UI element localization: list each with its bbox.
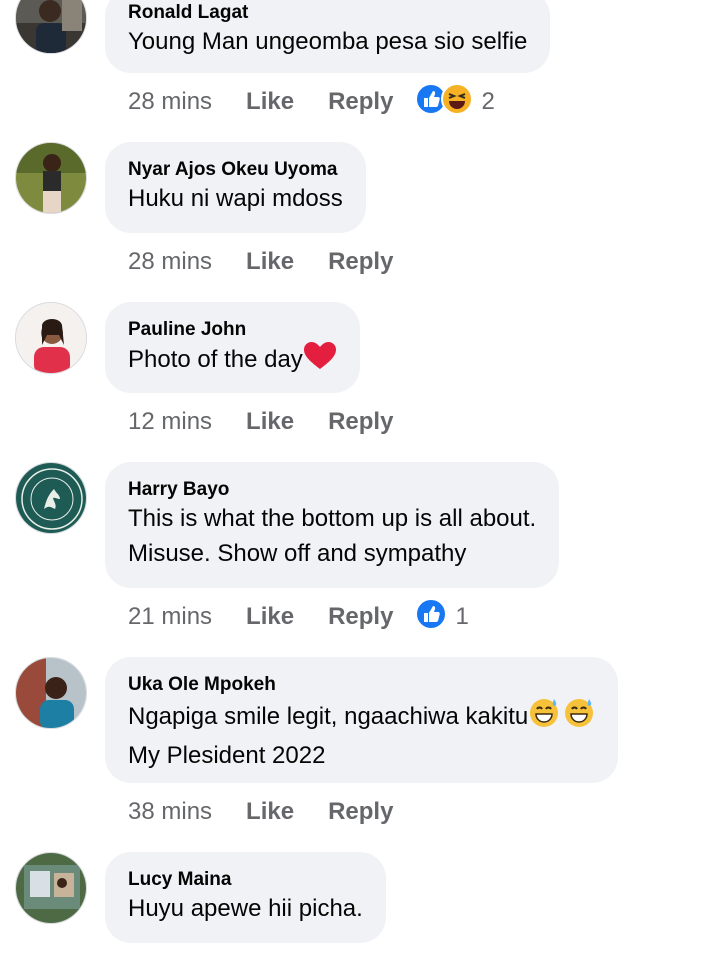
comment-text-line-1: Ngapiga smile legit, ngaachiwa kakitu	[128, 696, 595, 738]
like-button[interactable]: Like	[246, 603, 294, 631]
heart-emoji	[303, 341, 337, 381]
comment-meta: 38 mins Like Reply	[128, 796, 393, 828]
sweat-smile-emoji	[528, 696, 560, 738]
comment-bubble: Harry Bayo This is what the bottom up is…	[105, 462, 560, 588]
comment-text-line-1: This is what the bottom up is all about.	[128, 505, 537, 532]
commenter-name[interactable]: Lucy Maina	[128, 869, 363, 891]
commenter-name[interactable]: Nyar Ajos Okeu Uyoma	[128, 159, 343, 181]
avatar[interactable]	[15, 0, 87, 54]
comment-text: Young Man ungeomba pesa sio selfie	[128, 28, 528, 55]
like-icon	[415, 597, 448, 637]
avatar[interactable]	[15, 462, 87, 534]
comment-time[interactable]: 12 mins	[128, 408, 212, 436]
comment-bubble: Nyar Ajos Okeu Uyoma Huku ni wapi mdoss	[105, 142, 366, 233]
like-button[interactable]: Like	[246, 248, 294, 276]
comment-meta: 28 mins Like Reply	[128, 246, 393, 278]
reply-button[interactable]: Reply	[328, 798, 393, 826]
comment-time[interactable]: 21 mins	[128, 603, 212, 631]
comment-bubble: Lucy Maina Huyu apewe hii picha.	[105, 852, 386, 943]
avatar[interactable]	[15, 852, 87, 924]
commenter-name[interactable]: Ronald Lagat	[128, 2, 527, 24]
comment-bubble: Pauline John Photo of the day	[105, 302, 360, 393]
comment-text: Huyu apewe hii picha.	[128, 895, 363, 922]
reaction-summary[interactable]: 1	[415, 597, 469, 637]
comment-time[interactable]: 28 mins	[128, 88, 212, 116]
reaction-summary[interactable]: 2	[415, 82, 495, 122]
commenter-name[interactable]: Uka Ole Mpokeh	[128, 674, 595, 696]
comment-text-line: Ngapiga smile legit, ngaachiwa kakitu	[128, 703, 529, 730]
comment-text-line: Photo of the day	[128, 346, 303, 373]
comment-text-line-2: Misuse. Show off and sympathy	[128, 540, 467, 567]
comment-time[interactable]: 38 mins	[128, 798, 212, 826]
reply-button[interactable]: Reply	[328, 408, 393, 436]
avatar[interactable]	[15, 657, 87, 729]
comment-bubble: Ronald Lagat Young Man ungeomba pesa sio…	[105, 0, 551, 73]
comment-text: Huku ni wapi mdoss	[128, 185, 343, 212]
avatar[interactable]	[15, 142, 87, 214]
comment-text-line-2: My Plesident 2022	[128, 742, 326, 769]
reply-button[interactable]: Reply	[328, 88, 393, 116]
comment-meta: 28 mins Like Reply 2	[128, 82, 495, 118]
avatar[interactable]	[15, 302, 87, 374]
reply-button[interactable]: Reply	[328, 248, 393, 276]
comment-time[interactable]: 28 mins	[128, 248, 212, 276]
reaction-count: 1	[455, 603, 469, 630]
like-button[interactable]: Like	[246, 798, 294, 826]
reply-button[interactable]: Reply	[328, 603, 393, 631]
comment-text: Photo of the day	[128, 341, 337, 381]
sweat-smile-emoji	[563, 696, 595, 738]
comment-bubble: Uka Ole Mpokeh Ngapiga smile legit, ngaa…	[105, 657, 619, 783]
commenter-name[interactable]: Pauline John	[128, 319, 337, 341]
commenter-name[interactable]: Harry Bayo	[128, 479, 536, 501]
comment-meta: 21 mins Like Reply 1	[128, 597, 469, 633]
reaction-count: 2	[481, 88, 495, 115]
like-button[interactable]: Like	[246, 88, 294, 116]
like-button[interactable]: Like	[246, 408, 294, 436]
comment-meta: 12 mins Like Reply	[128, 406, 393, 438]
haha-icon	[441, 82, 474, 122]
